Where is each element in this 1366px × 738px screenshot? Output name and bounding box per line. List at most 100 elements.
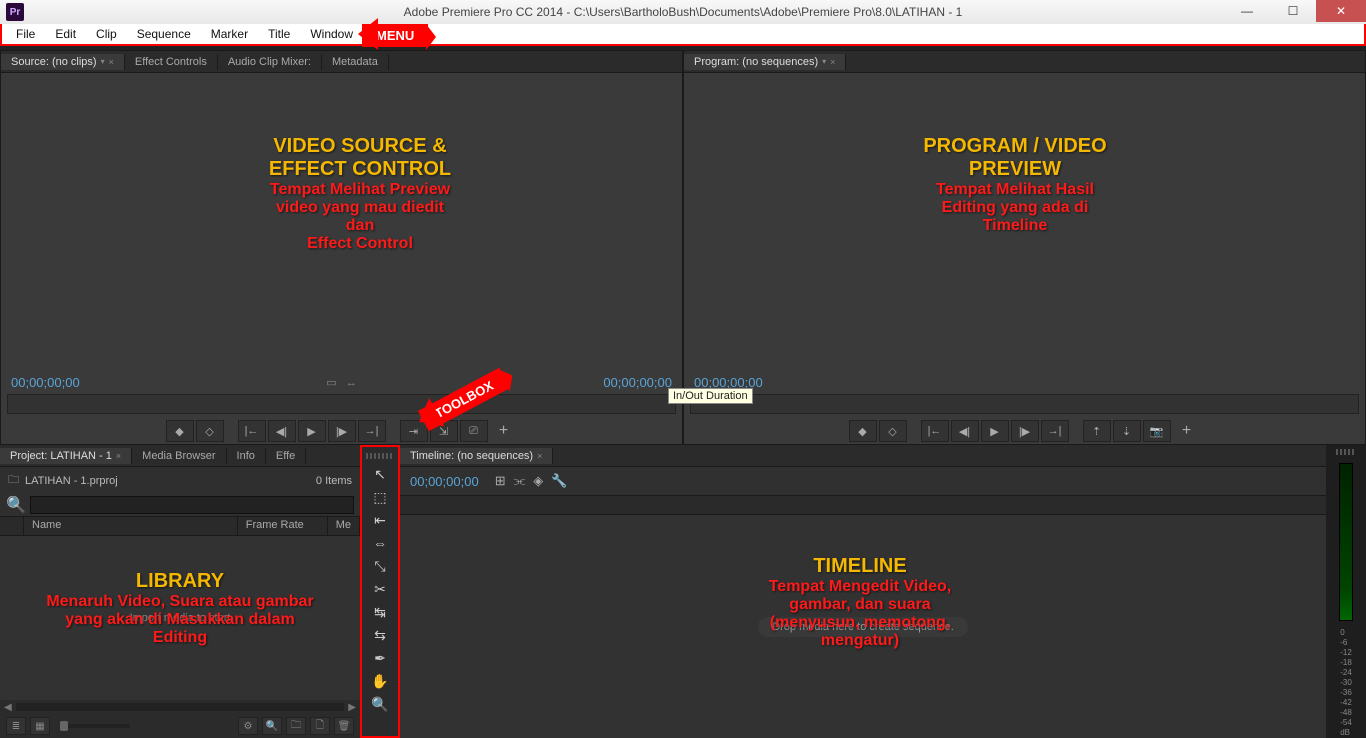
prg-extract-button[interactable]: ⇣ bbox=[1113, 420, 1141, 442]
pen-tool[interactable]: ✒ bbox=[368, 648, 392, 668]
prg-go-in-button[interactable]: |← bbox=[921, 420, 949, 442]
meter-label: -24 bbox=[1340, 668, 1352, 677]
menu-marker[interactable]: Marker bbox=[201, 25, 258, 43]
prg-step-back-button[interactable]: ◀| bbox=[951, 420, 979, 442]
timeline-tracks[interactable]: Drop media here to create sequence. bbox=[400, 515, 1326, 738]
project-col-0[interactable] bbox=[0, 517, 24, 535]
project-bin[interactable]: Import media to start bbox=[0, 536, 360, 700]
meter-label: -18 bbox=[1340, 658, 1352, 667]
project-columns: NameFrame RateMe bbox=[0, 516, 360, 536]
new-bin-button[interactable]: 🗀 bbox=[286, 717, 306, 735]
mark-in-button[interactable]: ◆ bbox=[166, 420, 194, 442]
settings-icon[interactable]: 🔧 bbox=[551, 473, 567, 489]
minimize-button[interactable]: — bbox=[1224, 0, 1270, 22]
track-select-tool[interactable]: ⬚ bbox=[368, 487, 392, 507]
meter-label: -54 bbox=[1340, 718, 1352, 727]
timeline-empty-hint: Drop media here to create sequence. bbox=[758, 617, 968, 637]
project-panel-tabs: Project: LATIHAN - 1×Media BrowserInfoEf… bbox=[0, 445, 360, 467]
prg-add-button[interactable]: + bbox=[1173, 420, 1201, 442]
program-transport: ◆ ◇ |← ◀| ▶ |▶ →| ⇡ ⇣ 📷 + bbox=[684, 418, 1365, 444]
thumb-size-slider[interactable] bbox=[60, 724, 130, 728]
hscroll-right-icon[interactable]: ▶ bbox=[348, 702, 356, 713]
tab-project[interactable]: Project: LATIHAN - 1× bbox=[0, 448, 132, 464]
toolbox-grip[interactable] bbox=[366, 453, 394, 459]
project-hscroll[interactable] bbox=[16, 703, 345, 711]
project-footer: ≣ ▦ ⚙ 🔍 🗀 🗋 🗑 bbox=[0, 714, 360, 738]
prg-mark-in-button[interactable]: ◆ bbox=[849, 420, 877, 442]
go-in-button[interactable]: |← bbox=[238, 420, 266, 442]
project-filename: LATIHAN - 1.prproj bbox=[25, 475, 118, 487]
project-empty-hint: Import media to start bbox=[130, 612, 231, 624]
prg-lift-button[interactable]: ⇡ bbox=[1083, 420, 1111, 442]
razor-tool[interactable]: ✂ bbox=[368, 579, 392, 599]
prg-camera-button[interactable]: 📷 bbox=[1143, 420, 1171, 442]
source-scrub-bar[interactable] bbox=[7, 394, 676, 414]
rate-stretch-tool[interactable]: ⤡ bbox=[368, 556, 392, 576]
tab-source-0[interactable]: Source: (no clips)▾× bbox=[1, 54, 125, 70]
menu-clip[interactable]: Clip bbox=[86, 25, 127, 43]
meter-label: 0 bbox=[1340, 628, 1352, 637]
tab-program[interactable]: Program: (no sequences)▾× bbox=[684, 54, 846, 70]
hscroll-left-icon[interactable]: ◀ bbox=[4, 702, 12, 713]
list-view-button[interactable]: ≣ bbox=[6, 717, 26, 735]
menu-bar: FileEditClipSequenceMarkerTitleWindowHel… bbox=[0, 24, 1366, 46]
tab-project-1[interactable]: Info bbox=[227, 448, 266, 464]
automate-button[interactable]: ⚙ bbox=[238, 717, 258, 735]
project-col-3[interactable]: Me bbox=[328, 517, 360, 535]
source-tc-in: 00;00;00;00 bbox=[11, 375, 80, 390]
zoom-tool[interactable]: 🔍 bbox=[368, 694, 392, 714]
prg-mark-out-button[interactable]: ◇ bbox=[879, 420, 907, 442]
menu-file[interactable]: File bbox=[6, 25, 45, 43]
menu-help[interactable]: Help bbox=[363, 25, 408, 43]
meter-label: -36 bbox=[1340, 688, 1352, 697]
mark-out-button[interactable]: ◇ bbox=[196, 420, 224, 442]
snap-icon[interactable]: ⊞ bbox=[495, 473, 506, 489]
clear-button[interactable]: 🗑 bbox=[334, 717, 354, 735]
menu-sequence[interactable]: Sequence bbox=[127, 25, 201, 43]
close-button[interactable]: ✕ bbox=[1316, 0, 1366, 22]
icon-view-button[interactable]: ▦ bbox=[30, 717, 50, 735]
play-button[interactable]: ▶ bbox=[298, 420, 326, 442]
project-col-2[interactable]: Frame Rate bbox=[238, 517, 328, 535]
slip-tool[interactable]: ↹ bbox=[368, 602, 392, 622]
project-col-1[interactable]: Name bbox=[24, 517, 238, 535]
menu-window[interactable]: Window bbox=[300, 25, 363, 43]
timeline-ruler[interactable] bbox=[400, 495, 1326, 515]
marker-icon[interactable]: ◈ bbox=[533, 473, 543, 489]
link-icon[interactable]: ⫘ bbox=[514, 473, 526, 489]
prg-step-fwd-button[interactable]: |▶ bbox=[1011, 420, 1039, 442]
project-search-input[interactable] bbox=[30, 496, 354, 514]
menu-title[interactable]: Title bbox=[258, 25, 300, 43]
new-item-button[interactable]: 🗋 bbox=[310, 717, 330, 735]
source-monitor bbox=[1, 73, 682, 375]
step-back-button[interactable]: ◀| bbox=[268, 420, 296, 442]
hand-tool[interactable]: ✋ bbox=[368, 671, 392, 691]
slide-tool[interactable]: ⇆ bbox=[368, 625, 392, 645]
program-scrub-bar[interactable] bbox=[690, 394, 1359, 414]
selection-tool[interactable]: ↖ bbox=[368, 464, 392, 484]
tab-timeline[interactable]: Timeline: (no sequences)× bbox=[400, 448, 553, 464]
rolling-edit-tool[interactable]: ⇔ bbox=[368, 533, 392, 553]
maximize-button[interactable]: ☐ bbox=[1270, 0, 1316, 22]
prg-play-button[interactable]: ▶ bbox=[981, 420, 1009, 442]
tab-project-0[interactable]: Media Browser bbox=[132, 448, 226, 464]
menu-edit[interactable]: Edit bbox=[45, 25, 86, 43]
go-out-button[interactable]: →| bbox=[358, 420, 386, 442]
export-frame-button[interactable]: ⎚ bbox=[460, 420, 488, 442]
source-transport: ◆ ◇ |← ◀| ▶ |▶ →| ⇥ ⇲ ⎚ + bbox=[1, 418, 682, 444]
add-button[interactable]: + bbox=[490, 420, 518, 442]
step-fwd-button[interactable]: |▶ bbox=[328, 420, 356, 442]
overwrite-button[interactable]: ⇲ bbox=[430, 420, 458, 442]
meter-label: -6 bbox=[1340, 638, 1352, 647]
tab-source-3[interactable]: Metadata bbox=[322, 54, 389, 70]
find-button[interactable]: 🔍 bbox=[262, 717, 282, 735]
prg-go-out-button[interactable]: →| bbox=[1041, 420, 1069, 442]
audio-meter bbox=[1339, 463, 1353, 621]
meter-grip[interactable] bbox=[1336, 449, 1356, 455]
tab-source-1[interactable]: Effect Controls bbox=[125, 54, 218, 70]
tab-source-2[interactable]: Audio Clip Mixer: bbox=[218, 54, 322, 70]
insert-button[interactable]: ⇥ bbox=[400, 420, 428, 442]
ripple-edit-tool[interactable]: ⇤ bbox=[368, 510, 392, 530]
program-panel: Program: (no sequences)▾× 00;00;00;00 ◆ … bbox=[683, 50, 1366, 445]
tab-project-2[interactable]: Effe bbox=[266, 448, 306, 464]
